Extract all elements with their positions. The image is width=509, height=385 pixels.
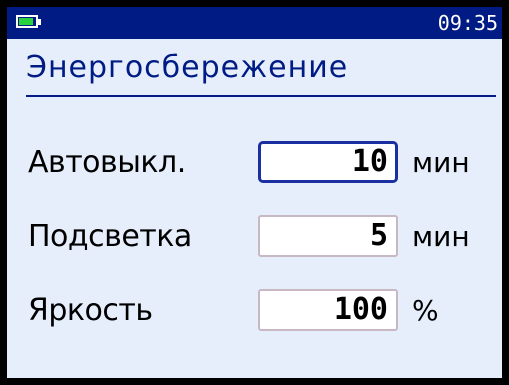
setting-value: 5 [369,218,388,253]
page-title: Энергосбережение [26,50,349,85]
autooff-value-field[interactable]: 10 [258,141,398,183]
setting-row-brightness: Яркость 100 % [7,281,502,341]
battery-tip [38,19,41,25]
setting-label: Яркость [28,293,153,328]
battery-icon [16,15,38,28]
setting-value: 100 [333,292,388,327]
setting-value: 10 [351,144,388,179]
screen-content: 09:35 Энергосбережение Автовыкл. 10 мин … [7,7,502,378]
setting-unit: мин [412,146,470,179]
device-screen: 09:35 Энергосбережение Автовыкл. 10 мин … [0,0,509,385]
brightness-value-field[interactable]: 100 [258,289,398,331]
setting-label: Подсветка [28,219,192,254]
title-divider [26,95,496,97]
setting-row-backlight: Подсветка 5 мин [7,207,502,267]
setting-unit: % [412,294,439,327]
battery-level-fill [19,18,33,25]
setting-row-autooff: Автовыкл. 10 мин [7,133,502,193]
clock: 09:35 [437,11,498,35]
setting-unit: мин [412,220,470,253]
setting-label: Автовыкл. [28,145,186,180]
status-bar: 09:35 [7,7,502,39]
backlight-value-field[interactable]: 5 [258,215,398,257]
